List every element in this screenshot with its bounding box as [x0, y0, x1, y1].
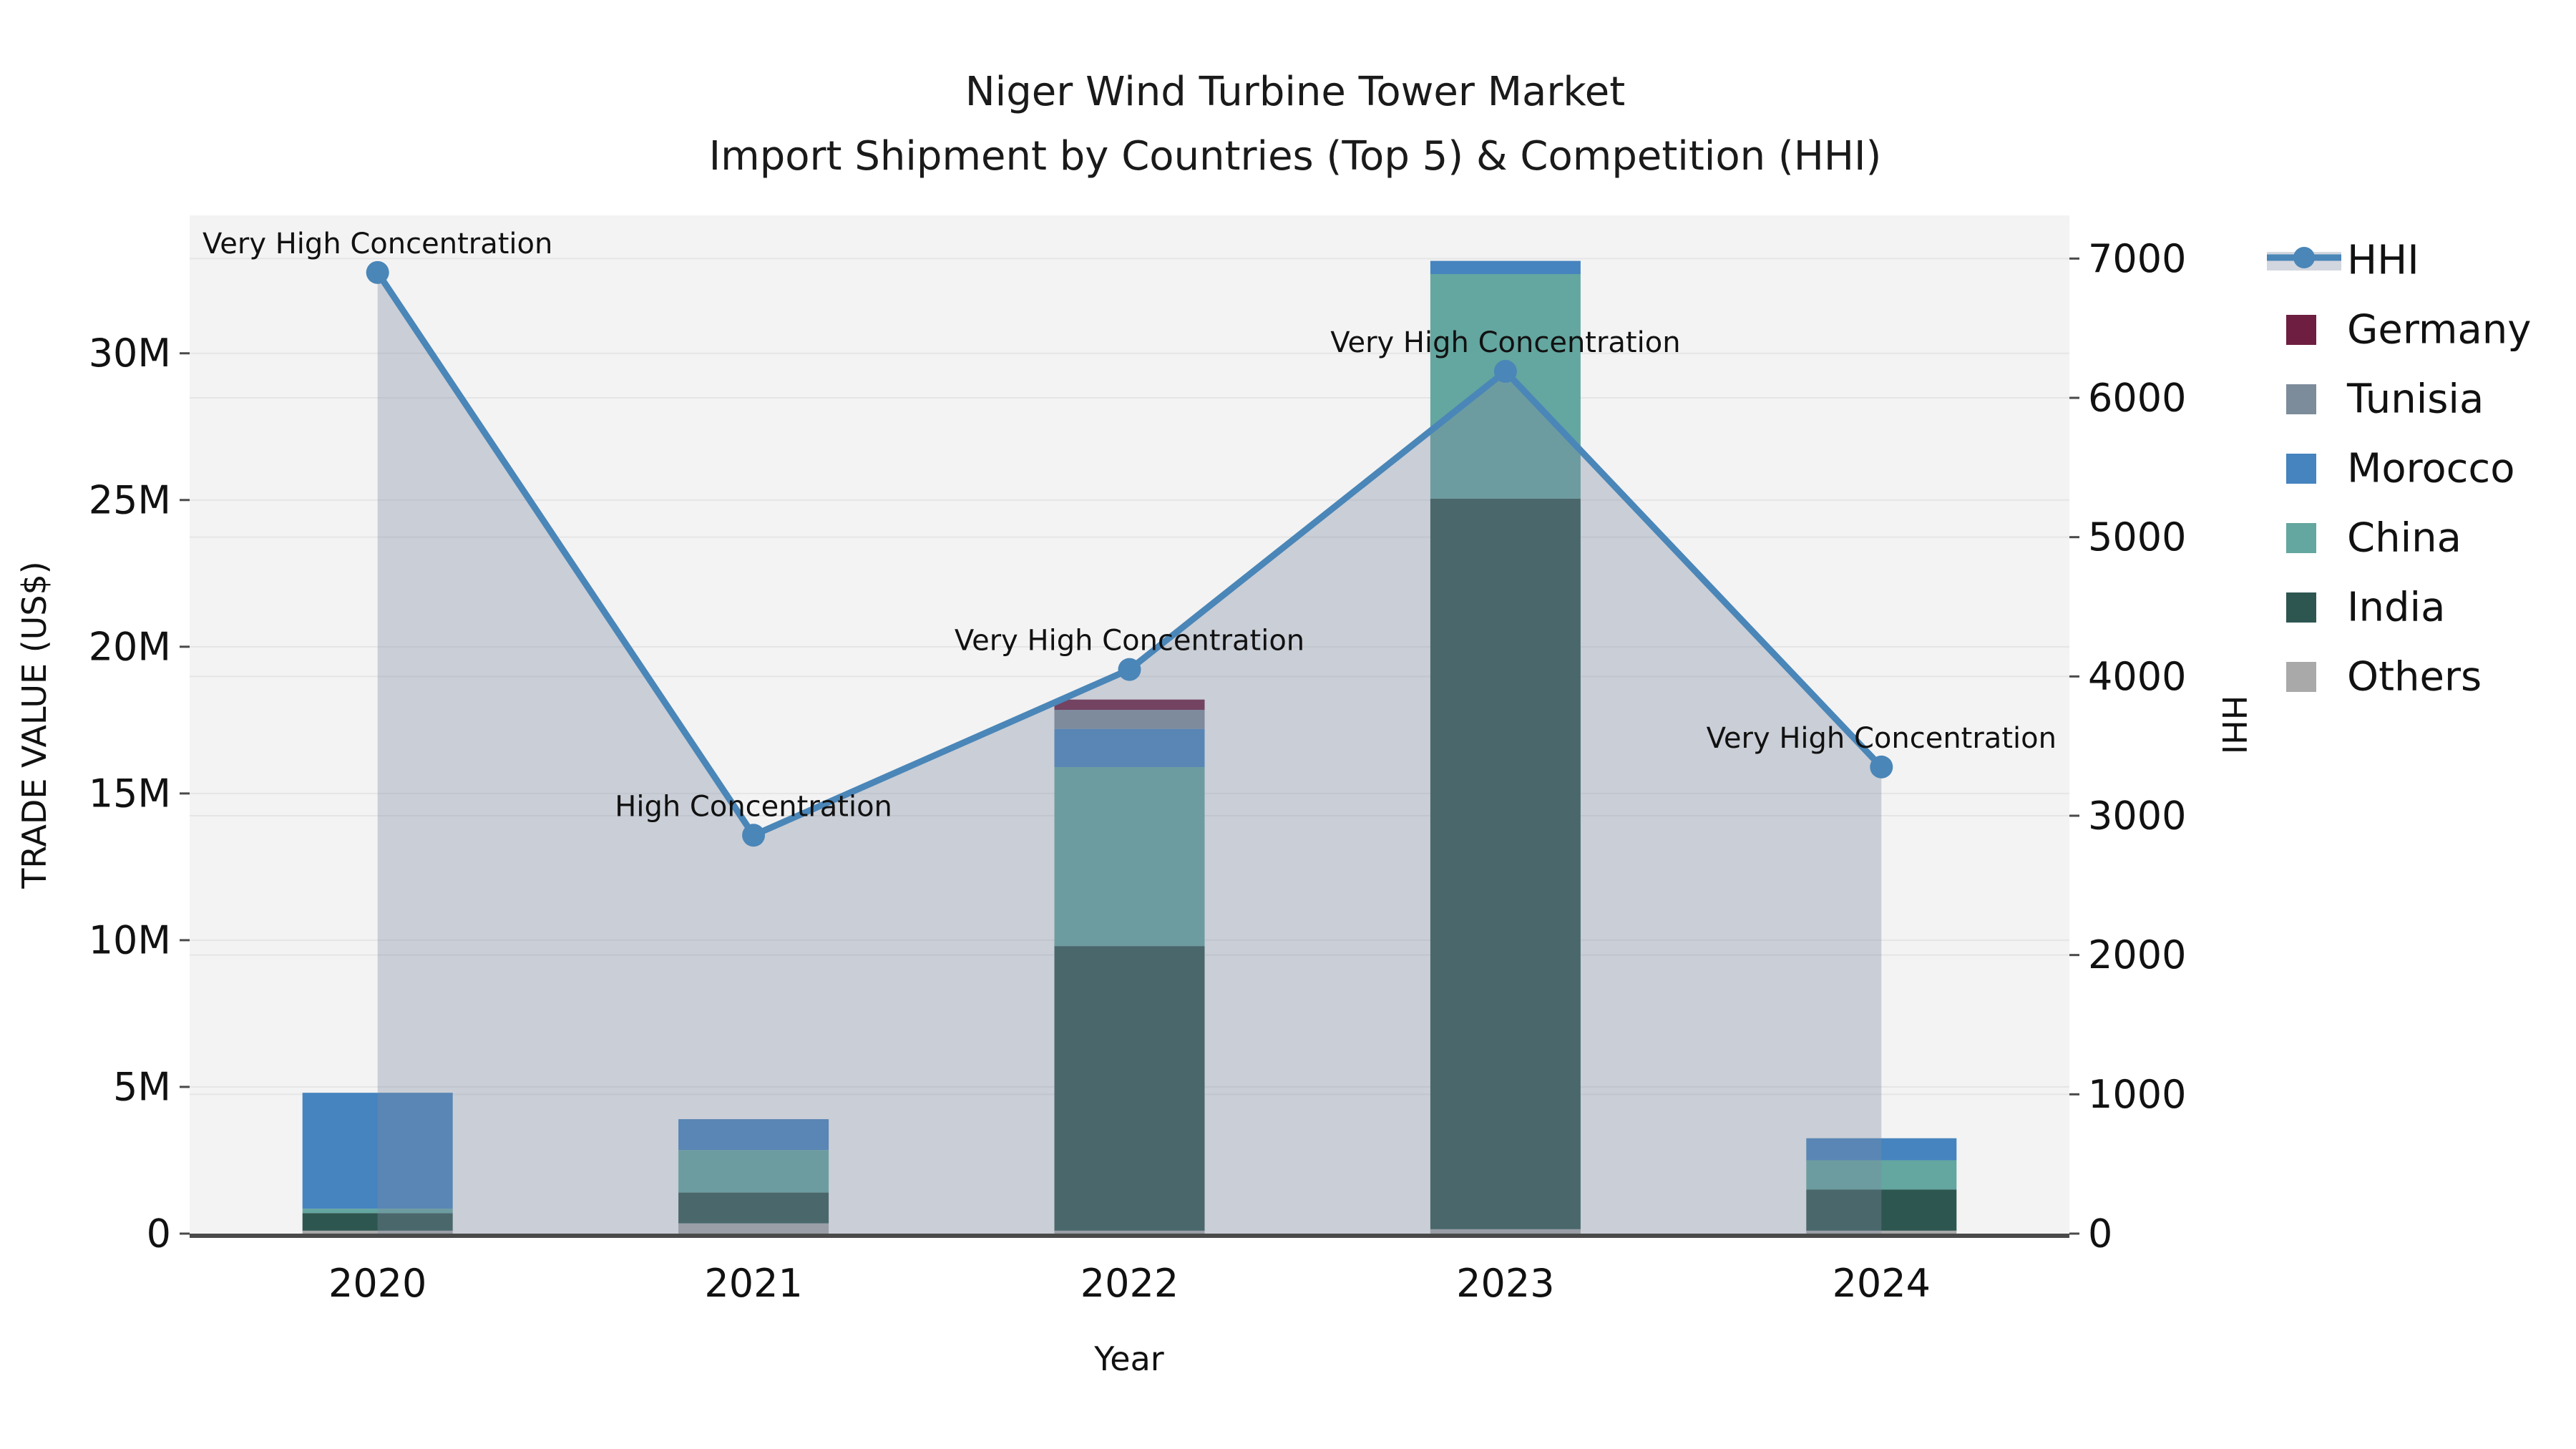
annotation-2021: High Concentration [615, 790, 892, 823]
x-tick-label-2022: 2022 [1080, 1261, 1179, 1306]
legend: HHI Germany Tunisia Morocco China India Others [2267, 238, 2531, 701]
legend-swatch-tunisia [2286, 384, 2316, 414]
legend-label-tunisia: Tunisia [2346, 376, 2484, 423]
left-tick-label: 5M [113, 1064, 171, 1109]
right-tick-label: 2000 [2088, 932, 2186, 977]
annotation-2024: Very High Concentration [1707, 722, 2057, 755]
right-tick-label: 5000 [2088, 514, 2186, 560]
legend-label-china: China [2347, 515, 2462, 562]
legend-item-morocco: Morocco [2286, 446, 2514, 492]
right-tick-label: 7000 [2088, 236, 2186, 281]
annotation-2020: Very High Concentration [203, 228, 552, 260]
annotation-2023: Very High Concentration [1330, 326, 1680, 359]
legend-item-hhi: HHI [2267, 238, 2419, 284]
hhi-point-2023 [1493, 360, 1517, 384]
legend-item-tunisia: Tunisia [2286, 376, 2484, 423]
chart-title-line2: Import Shipment by Countries (Top 5) & C… [708, 133, 1882, 180]
left-tick-label: 15M [89, 771, 171, 816]
x-tick-label-2023: 2023 [1456, 1261, 1554, 1306]
legend-item-germany: Germany [2286, 307, 2531, 353]
legend-swatch-morocco [2286, 454, 2316, 484]
hhi-point-2021 [742, 824, 766, 847]
legend-swatch-others [2286, 662, 2316, 692]
left-tick-label: 30M [89, 331, 171, 376]
left-tick-label: 25M [89, 477, 171, 522]
x-tick-label-2020: 2020 [328, 1261, 426, 1306]
left-axis-title: TRADE VALUE (US$) [15, 561, 54, 889]
right-tick-label: 6000 [2088, 376, 2186, 421]
right-tick-label: 3000 [2088, 794, 2186, 839]
legend-label-morocco: Morocco [2347, 446, 2514, 492]
combo-chart: Very High Concentration High Concentratio… [89, 215, 2531, 1306]
hhi-point-2022 [1118, 658, 1141, 681]
chart-canvas: Niger Wind Turbine Tower Market Import S… [0, 0, 2576, 1449]
right-tick-label: 1000 [2088, 1072, 2186, 1117]
bar-segment-morocco-2023 [1430, 260, 1581, 275]
right-tick-label: 4000 [2088, 654, 2186, 699]
x-tick-label-2024: 2024 [1833, 1261, 1931, 1306]
legend-hhi-marker [2293, 247, 2315, 268]
legend-item-others: Others [2286, 654, 2482, 701]
legend-item-india: India [2286, 585, 2445, 631]
hhi-point-2024 [1870, 755, 1893, 779]
left-tick-label: 10M [89, 917, 171, 962]
left-tick-label: 0 [147, 1211, 171, 1257]
hhi-point-2020 [366, 260, 389, 284]
right-axis-title: HHI [2215, 695, 2253, 755]
legend-swatch-india [2286, 592, 2316, 623]
legend-label-india: India [2347, 585, 2445, 631]
legend-label-germany: Germany [2347, 307, 2531, 353]
x-tick-label-2021: 2021 [704, 1261, 802, 1306]
annotation-2022: Very High Concentration [955, 625, 1304, 658]
chart-title-line1: Niger Wind Turbine Tower Market [965, 69, 1626, 115]
x-axis-title: Year [1094, 1340, 1164, 1378]
legend-label-others: Others [2347, 654, 2482, 701]
right-tick-label: 0 [2088, 1211, 2112, 1257]
legend-swatch-germany [2286, 315, 2316, 345]
left-tick-label: 20M [89, 624, 171, 669]
legend-label-hhi: HHI [2347, 238, 2419, 284]
legend-item-china: China [2286, 515, 2462, 562]
legend-swatch-china [2286, 523, 2316, 553]
